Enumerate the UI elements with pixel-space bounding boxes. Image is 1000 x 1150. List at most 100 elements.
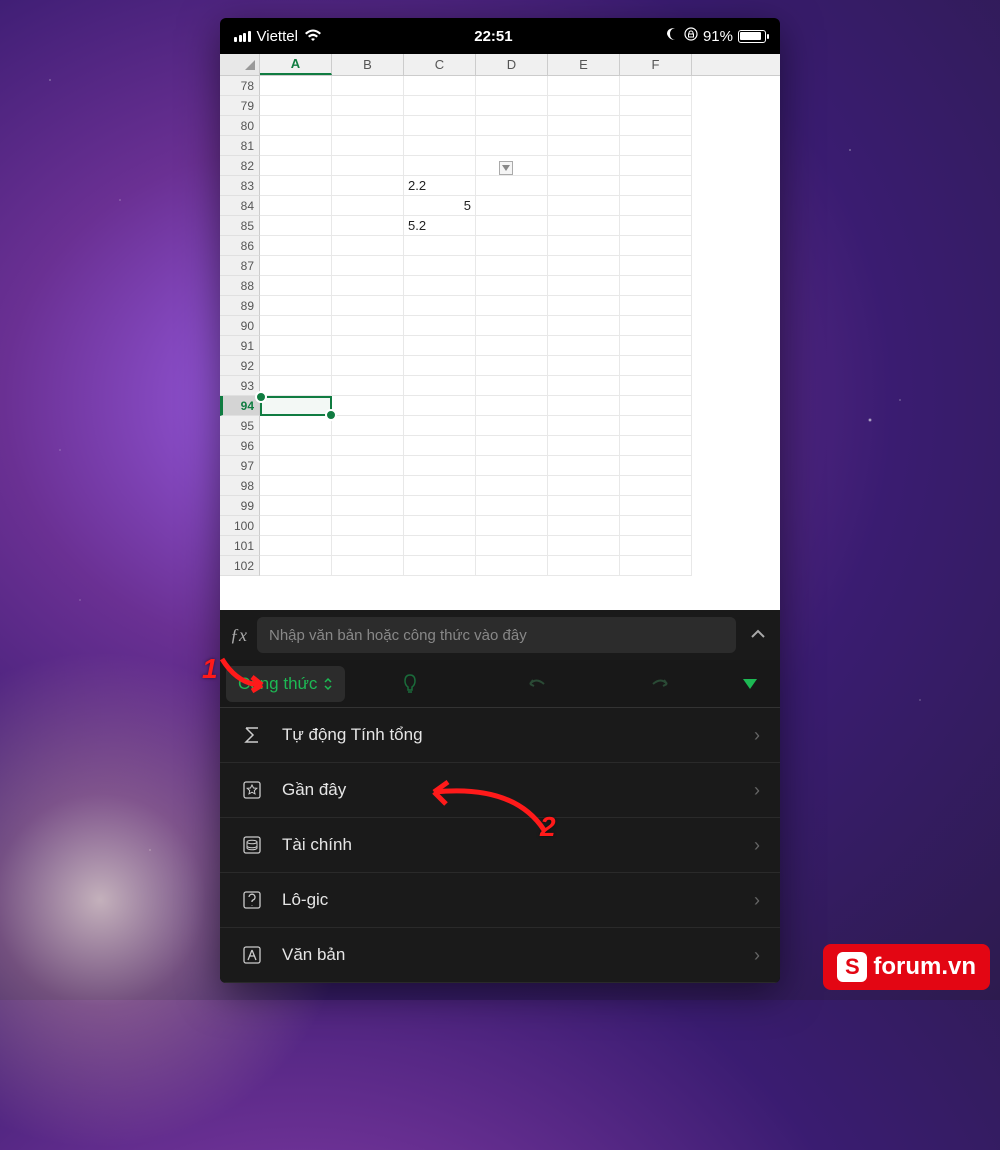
cell-D85[interactable] (476, 216, 548, 236)
cell-A79[interactable] (260, 96, 332, 116)
cell-B78[interactable] (332, 76, 404, 96)
cell-C97[interactable] (404, 456, 476, 476)
cell-B86[interactable] (332, 236, 404, 256)
row-header-84[interactable]: 84 (220, 196, 260, 216)
cell-E102[interactable] (548, 556, 620, 576)
cell-F99[interactable] (620, 496, 692, 516)
cell-D91[interactable] (476, 336, 548, 356)
cell-F83[interactable] (620, 176, 692, 196)
cell-A100[interactable] (260, 516, 332, 536)
cell-F79[interactable] (620, 96, 692, 116)
cell-D87[interactable] (476, 256, 548, 276)
column-header-C[interactable]: C (404, 54, 476, 75)
row-header-101[interactable]: 101 (220, 536, 260, 556)
cell-A90[interactable] (260, 316, 332, 336)
cell-B87[interactable] (332, 256, 404, 276)
cell-D95[interactable] (476, 416, 548, 436)
row-header-92[interactable]: 92 (220, 356, 260, 376)
cell-F78[interactable] (620, 76, 692, 96)
cell-B91[interactable] (332, 336, 404, 356)
cell-A88[interactable] (260, 276, 332, 296)
cell-D83[interactable] (476, 176, 548, 196)
category-item-0[interactable]: Tự động Tính tổng› (220, 708, 780, 763)
cell-B88[interactable] (332, 276, 404, 296)
cell-C80[interactable] (404, 116, 476, 136)
cell-F95[interactable] (620, 416, 692, 436)
cell-D81[interactable] (476, 136, 548, 156)
cell-C99[interactable] (404, 496, 476, 516)
cell-A81[interactable] (260, 136, 332, 156)
cell-B94[interactable] (332, 396, 404, 416)
cell-E90[interactable] (548, 316, 620, 336)
cell-D86[interactable] (476, 236, 548, 256)
cell-C94[interactable] (404, 396, 476, 416)
cell-C93[interactable] (404, 376, 476, 396)
cell-D78[interactable] (476, 76, 548, 96)
row-header-79[interactable]: 79 (220, 96, 260, 116)
filter-dropdown-icon[interactable] (499, 161, 513, 175)
cell-E98[interactable] (548, 476, 620, 496)
cell-A83[interactable] (260, 176, 332, 196)
cell-B92[interactable] (332, 356, 404, 376)
column-header-A[interactable]: A (260, 54, 332, 75)
dropdown-triangle-button[interactable] (726, 664, 774, 704)
cell-A93[interactable] (260, 376, 332, 396)
cell-D96[interactable] (476, 436, 548, 456)
row-header-81[interactable]: 81 (220, 136, 260, 156)
cell-C95[interactable] (404, 416, 476, 436)
cell-E89[interactable] (548, 296, 620, 316)
cell-D99[interactable] (476, 496, 548, 516)
cell-F82[interactable] (620, 156, 692, 176)
cell-F89[interactable] (620, 296, 692, 316)
cell-D89[interactable] (476, 296, 548, 316)
cell-F81[interactable] (620, 136, 692, 156)
cell-E97[interactable] (548, 456, 620, 476)
cell-F101[interactable] (620, 536, 692, 556)
row-header-96[interactable]: 96 (220, 436, 260, 456)
cell-D79[interactable] (476, 96, 548, 116)
cell-B85[interactable] (332, 216, 404, 236)
cell-B95[interactable] (332, 416, 404, 436)
cell-E96[interactable] (548, 436, 620, 456)
cell-A82[interactable] (260, 156, 332, 176)
cell-C82[interactable] (404, 156, 476, 176)
row-header-87[interactable]: 87 (220, 256, 260, 276)
column-header-B[interactable]: B (332, 54, 404, 75)
cell-B89[interactable] (332, 296, 404, 316)
cell-E93[interactable] (548, 376, 620, 396)
cell-D88[interactable] (476, 276, 548, 296)
cell-E88[interactable] (548, 276, 620, 296)
row-header-86[interactable]: 86 (220, 236, 260, 256)
cell-A91[interactable] (260, 336, 332, 356)
cell-A87[interactable] (260, 256, 332, 276)
cell-E84[interactable] (548, 196, 620, 216)
cell-B97[interactable] (332, 456, 404, 476)
cell-A84[interactable] (260, 196, 332, 216)
cell-E82[interactable] (548, 156, 620, 176)
cell-E87[interactable] (548, 256, 620, 276)
cell-D92[interactable] (476, 356, 548, 376)
cell-C92[interactable] (404, 356, 476, 376)
cell-E92[interactable] (548, 356, 620, 376)
cell-E101[interactable] (548, 536, 620, 556)
row-header-85[interactable]: 85 (220, 216, 260, 236)
category-item-4[interactable]: Văn bản› (220, 928, 780, 983)
row-header-91[interactable]: 91 (220, 336, 260, 356)
cell-B84[interactable] (332, 196, 404, 216)
cell-B93[interactable] (332, 376, 404, 396)
cell-B82[interactable] (332, 156, 404, 176)
cell-A85[interactable] (260, 216, 332, 236)
row-header-94[interactable]: 94 (220, 396, 260, 416)
category-item-3[interactable]: Lô-gic› (220, 873, 780, 928)
cell-D80[interactable] (476, 116, 548, 136)
row-header-89[interactable]: 89 (220, 296, 260, 316)
cell-A95[interactable] (260, 416, 332, 436)
cell-E80[interactable] (548, 116, 620, 136)
cell-F90[interactable] (620, 316, 692, 336)
cell-E85[interactable] (548, 216, 620, 236)
cell-A96[interactable] (260, 436, 332, 456)
cell-A78[interactable] (260, 76, 332, 96)
cell-F102[interactable] (620, 556, 692, 576)
cell-D102[interactable] (476, 556, 548, 576)
cell-E100[interactable] (548, 516, 620, 536)
